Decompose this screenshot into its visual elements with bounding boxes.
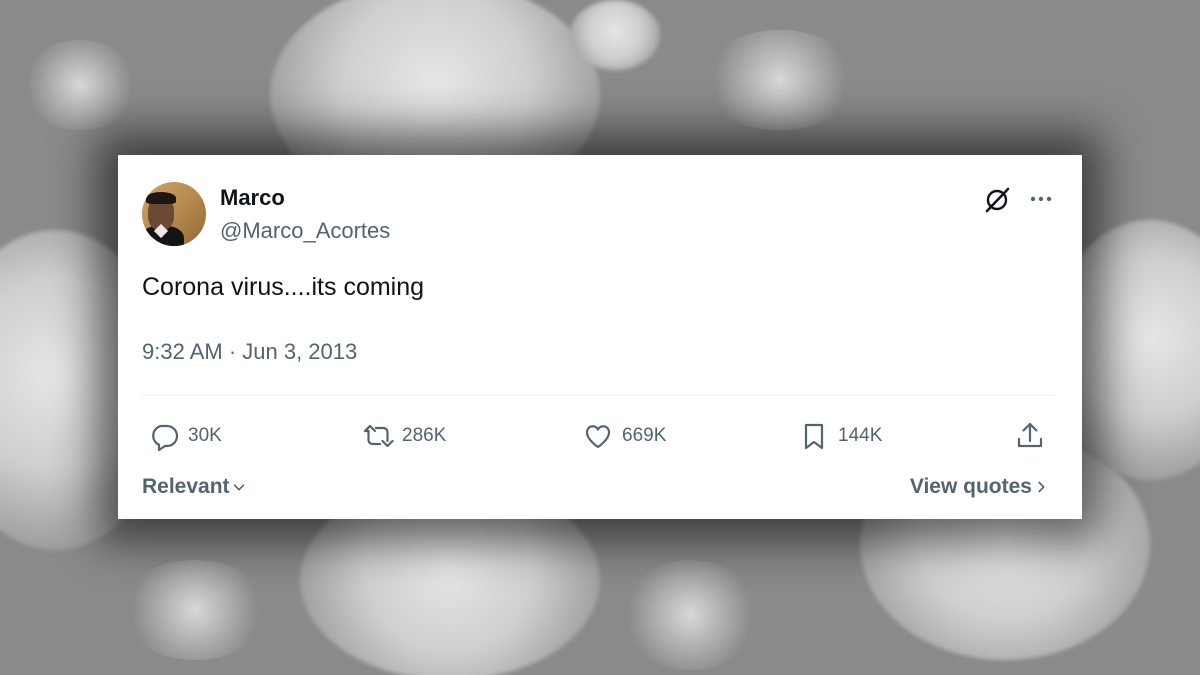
share-icon [1017,422,1043,448]
author-handle[interactable]: @Marco_Acortes [220,218,390,244]
reply-icon [152,424,179,452]
repost-count: 286K [402,425,447,446]
tweet-text: Corona virus....its coming [142,273,425,301]
like-button[interactable]: 669K [582,419,666,453]
bookmark-icon [804,423,824,450]
view-quotes-label: View quotes [909,475,1032,498]
view-quotes-link[interactable]: View quotes [910,475,1050,499]
sort-label: Relevant [142,475,230,498]
tweet-timestamp[interactable]: 9:32 AM · Jun 3, 2013 [142,339,357,365]
bookmark-button[interactable]: 144K [798,419,882,453]
avatar[interactable] [142,182,206,246]
more-options-icon[interactable] [1026,185,1056,215]
tweet-card: Marco @Marco_Acortes Corona virus....its… [118,155,1082,519]
sort-dropdown[interactable]: Relevant [142,475,248,499]
share-button[interactable] [1014,419,1054,453]
reply-count: 30K [188,425,222,446]
grok-icon[interactable] [982,185,1012,215]
like-count: 669K [622,425,667,446]
author-name[interactable]: Marco [220,185,285,211]
like-icon [585,425,611,449]
repost-icon [363,424,394,448]
chevron-right-icon [1038,481,1045,493]
repost-button[interactable]: 286K [362,419,446,453]
chevron-down-icon [233,484,244,491]
bookmark-count: 144K [838,425,883,446]
reply-button[interactable]: 30K [148,419,222,453]
divider [142,395,1054,396]
